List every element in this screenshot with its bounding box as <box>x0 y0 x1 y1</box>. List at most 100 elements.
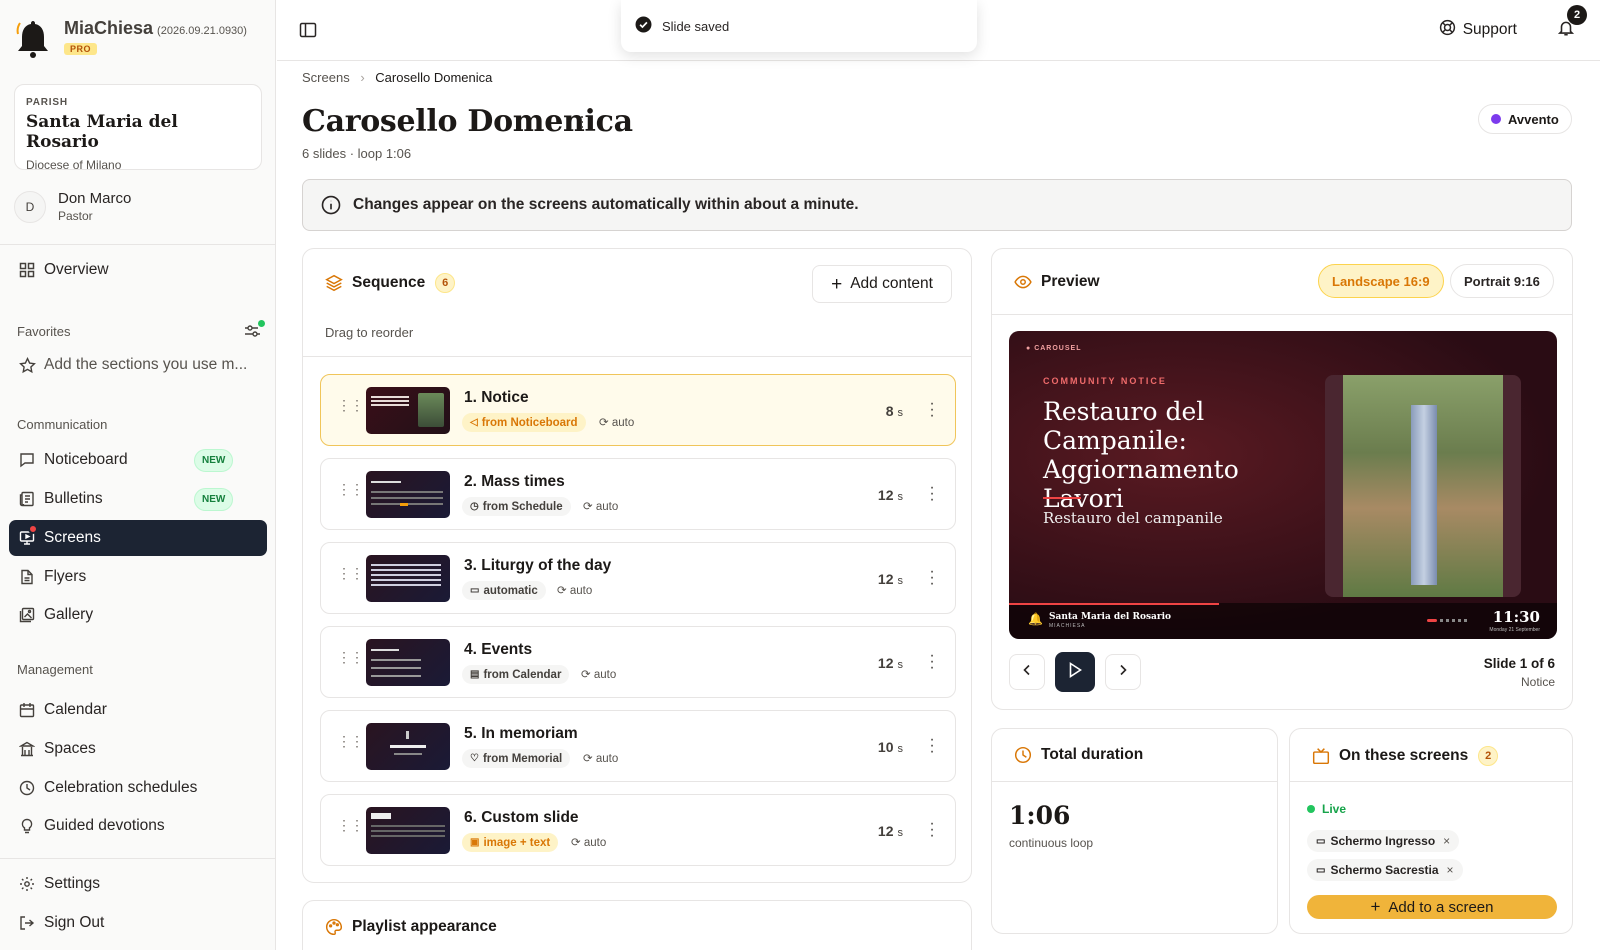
duration-value: 12 <box>877 823 894 839</box>
season-dot <box>1491 114 1501 124</box>
parish-name: Santa Maria del Rosario <box>26 112 178 152</box>
sidebar-item-screens[interactable]: Screens <box>9 520 267 556</box>
notifications-button[interactable]: 2 <box>1557 5 1587 42</box>
sidebar-item-guided-devotions[interactable]: Guided devotions <box>9 808 267 844</box>
duration-unit: s <box>897 743 904 755</box>
appearance-card[interactable]: Playlist appearance <box>302 900 972 950</box>
support-button[interactable]: Support <box>1439 19 1517 41</box>
screen-chip[interactable]: ▭ Schermo Sacrestia × <box>1307 859 1463 881</box>
brand[interactable]: MiaChiesa (2026.09.21.0930) PRO <box>16 18 247 60</box>
slide-preview[interactable]: ● CAROUSEL COMMUNITY NOTICE Restauro del… <box>1009 331 1557 639</box>
slide-duration[interactable]: 12 s <box>878 823 903 839</box>
remove-screen-icon[interactable]: × <box>1443 834 1450 848</box>
breadcrumb-parent[interactable]: Screens <box>302 70 350 85</box>
parish-card[interactable]: PARISH Santa Maria del Rosario Diocese o… <box>14 84 262 172</box>
divider <box>1290 781 1572 782</box>
sequence-title: Sequence <box>352 274 426 291</box>
grid-icon <box>18 261 36 279</box>
sidebar-item-label: Spaces <box>44 740 96 757</box>
more-vertical-icon[interactable]: · · · <box>929 396 935 424</box>
clock-icon <box>1014 746 1032 764</box>
bell-logo-icon <box>16 21 48 58</box>
drag-handle-icon[interactable]: ⋮⋮ <box>337 650 364 664</box>
slide-duration[interactable]: 12 s <box>878 655 903 671</box>
plus-icon: + <box>831 273 843 295</box>
sidebar-item-sign-out[interactable]: Sign Out <box>9 905 267 941</box>
sidebar-item-calendar[interactable]: Calendar <box>9 692 267 728</box>
mode-label: ⟳ auto <box>583 499 618 513</box>
sidebar-item-flyers[interactable]: Flyers <box>9 559 267 595</box>
sidebar-item-noticeboard[interactable]: Noticeboard NEW <box>9 442 267 478</box>
sidebar-item-settings[interactable]: Settings <box>9 866 267 902</box>
new-badge: NEW <box>194 488 234 511</box>
refresh-icon: ⟳ <box>557 585 567 597</box>
slide-title: 4. Events <box>464 641 533 658</box>
message-icon <box>18 451 36 469</box>
slide-row-custom[interactable]: ⋮⋮ 6. Custom slide ▣ image + text ⟳ auto … <box>320 794 956 866</box>
info-banner: Changes appear on the screens automatica… <box>302 179 1572 231</box>
sidebar-item-gallery[interactable]: Gallery <box>9 597 267 633</box>
sidebar-item-bulletins[interactable]: Bulletins NEW <box>9 481 267 517</box>
sidebar-toggle-icon[interactable] <box>299 21 317 44</box>
season-label: Avvento <box>1508 111 1559 127</box>
favorites-hint[interactable]: Add the sections you use m... <box>9 347 267 383</box>
slide-title: 5. In memoriam <box>464 725 578 742</box>
sidebar-item-spaces[interactable]: Spaces <box>9 731 267 767</box>
more-vertical-icon[interactable]: · · · <box>929 732 935 760</box>
divider <box>992 314 1572 315</box>
source-chip: ▤ from Calendar <box>462 665 570 684</box>
more-vertical-icon[interactable]: · · · <box>929 480 935 508</box>
more-vertical-icon[interactable]: · · · <box>578 107 586 135</box>
more-vertical-icon[interactable]: · · · <box>929 648 935 676</box>
previous-slide-button[interactable] <box>1009 654 1045 690</box>
mode-text: auto <box>593 669 617 681</box>
support-label: Support <box>1462 21 1517 38</box>
check-circle-icon <box>635 16 652 36</box>
slide-row-mass-times[interactable]: ⋮⋮ 2. Mass times ◷ from Schedule ⟳ auto 1… <box>320 458 956 530</box>
heart-icon: ♡ <box>470 753 479 764</box>
mode-label: ⟳ auto <box>599 415 634 429</box>
duration-unit: s <box>897 407 904 419</box>
sequence-card: Sequence 6 + Add content Drag to reorder… <box>302 248 972 883</box>
plan-badge: PRO <box>64 43 98 55</box>
landscape-toggle[interactable]: Landscape 16:9 <box>1318 264 1444 298</box>
favorites-settings-icon[interactable] <box>244 320 265 345</box>
info-text: Changes appear on the screens automatica… <box>353 196 859 213</box>
drag-handle-icon[interactable]: ⋮⋮ <box>337 818 364 832</box>
add-to-screen-button[interactable]: + Add to a screen <box>1307 895 1557 919</box>
duration-value: 8 <box>885 403 894 419</box>
season-badge[interactable]: Avvento <box>1478 104 1572 134</box>
slide-duration[interactable]: 12 s <box>878 571 903 587</box>
more-vertical-icon[interactable]: · · · <box>929 564 935 592</box>
refresh-icon: ⟳ <box>571 837 581 849</box>
preview-time: 11:30 <box>1492 608 1540 626</box>
source-label: from Memorial <box>482 752 563 765</box>
slide-row-notice[interactable]: ⋮⋮ 1. Notice ◁ from Noticeboard ⟳ auto 8s… <box>320 374 956 446</box>
next-slide-button[interactable] <box>1105 654 1141 690</box>
sidebar-item-celebration-schedules[interactable]: Celebration schedules <box>9 770 267 806</box>
add-content-button[interactable]: + Add content <box>812 265 952 303</box>
slide-duration[interactable]: 10 s <box>878 739 903 755</box>
add-content-label: Add content <box>850 275 933 292</box>
toast: Slide saved <box>621 0 977 52</box>
drag-handle-icon[interactable]: ⋮⋮ <box>337 482 364 496</box>
slide-row-in-memoriam[interactable]: ⋮⋮ 5. In memoriam ♡ from Memorial ⟳ auto … <box>320 710 956 782</box>
bell-icon <box>1557 21 1575 41</box>
sidebar: MiaChiesa (2026.09.21.0930) PRO PARISH Sa… <box>0 0 276 950</box>
slide-duration[interactable]: 8s <box>886 403 903 419</box>
drag-handle-icon[interactable]: ⋮⋮ <box>337 398 364 412</box>
remove-screen-icon[interactable]: × <box>1447 863 1454 877</box>
screen-chip[interactable]: ▭ Schermo Ingresso × <box>1307 830 1460 852</box>
slide-row-events[interactable]: ⋮⋮ 4. Events ▤ from Calendar ⟳ auto 12 s ·… <box>320 626 956 698</box>
slide-row-liturgy[interactable]: ⋮⋮ 3. Liturgy of the day ▭ automatic ⟳ au… <box>320 542 956 614</box>
drag-handle-icon[interactable]: ⋮⋮ <box>337 566 364 580</box>
more-vertical-icon[interactable]: · · · <box>929 816 935 844</box>
portrait-toggle[interactable]: Portrait 9:16 <box>1450 264 1554 298</box>
slide-duration[interactable]: 12 s <box>878 487 903 503</box>
user-profile[interactable]: D Don Marco Pastor <box>14 190 131 223</box>
drag-handle-icon[interactable]: ⋮⋮ <box>337 734 364 748</box>
sidebar-item-overview[interactable]: Overview <box>9 252 267 288</box>
preview-footer-parish: Santa Maria del Rosario <box>1049 612 1172 622</box>
source-chip: ▭ automatic <box>462 581 546 600</box>
play-button[interactable] <box>1055 652 1095 692</box>
